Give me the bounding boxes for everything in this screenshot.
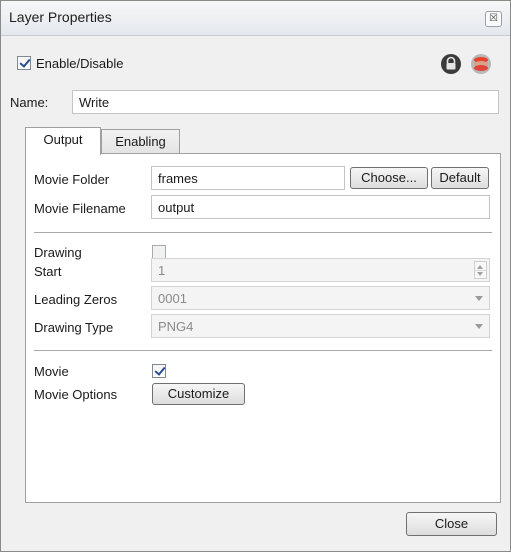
start-stepper[interactable] <box>474 261 487 279</box>
lock-icon[interactable] <box>440 53 462 75</box>
layer-properties-window: Layer Properties ☒ Enable/Disable Name: … <box>0 0 511 552</box>
spin-down-icon[interactable] <box>477 272 483 276</box>
start-label: Start <box>34 264 62 279</box>
output-panel: Movie Folder frames Choose... Default Mo… <box>25 153 501 503</box>
spin-divider <box>475 270 486 271</box>
close-icon[interactable]: ☒ <box>485 11 502 27</box>
drawing-type-value: PNG4 <box>158 319 194 334</box>
movie-folder-field[interactable]: frames <box>151 166 345 190</box>
leading-zeros-select[interactable]: 0001 <box>151 286 490 310</box>
drawing-type-label: Drawing Type <box>34 320 114 335</box>
tab-enabling[interactable]: Enabling <box>101 129 180 154</box>
leading-zeros-value: 0001 <box>158 291 187 306</box>
movie-filename-field[interactable]: output <box>151 195 490 219</box>
title-bar[interactable]: Layer Properties ☒ <box>1 1 510 36</box>
movie-label: Movie <box>34 364 69 379</box>
name-field[interactable]: Write <box>72 90 499 114</box>
window-title: Layer Properties <box>9 9 112 25</box>
drawing-label: Drawing <box>34 245 82 260</box>
dialog-body: Enable/Disable Name: Write Output Enabli… <box>9 45 502 545</box>
start-spinbox[interactable]: 1 <box>151 258 490 282</box>
chevron-down-icon <box>475 324 483 329</box>
close-button[interactable]: Close <box>406 512 497 536</box>
tab-output[interactable]: Output <box>25 127 101 155</box>
movie-folder-label: Movie Folder <box>34 172 110 187</box>
default-button[interactable]: Default <box>431 167 489 189</box>
movie-checkbox[interactable] <box>152 364 166 378</box>
spin-up-icon[interactable] <box>477 265 483 269</box>
enable-checkbox[interactable] <box>17 56 31 70</box>
separator-bottom <box>34 350 492 351</box>
name-label: Name: <box>10 95 49 110</box>
leading-zeros-label: Leading Zeros <box>34 292 118 307</box>
start-value: 1 <box>158 263 166 278</box>
movie-options-label: Movie Options <box>34 387 118 402</box>
enable-label: Enable/Disable <box>36 56 124 71</box>
drawing-checkbox[interactable] <box>152 245 166 259</box>
chevron-down-icon <box>475 296 483 301</box>
choose-button[interactable]: Choose... <box>350 167 428 189</box>
stack-icon[interactable] <box>470 53 492 75</box>
movie-filename-label: Movie Filename <box>34 201 126 216</box>
drawing-type-select[interactable]: PNG4 <box>151 314 490 338</box>
separator-top <box>34 232 492 233</box>
customize-button[interactable]: Customize <box>152 383 245 405</box>
